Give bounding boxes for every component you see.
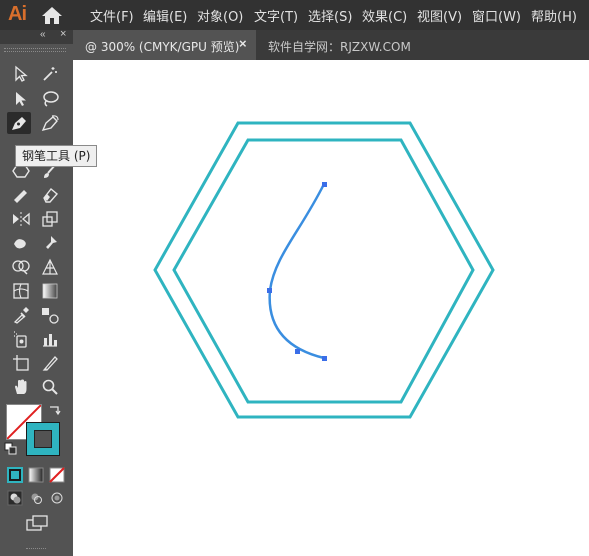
artboard-canvas[interactable] <box>73 60 589 556</box>
stroke-swatch[interactable] <box>26 422 60 456</box>
eyedropper-tool-icon[interactable] <box>9 304 33 326</box>
anchor-point-end <box>322 356 327 361</box>
panel-grip[interactable] <box>4 48 66 52</box>
tools-panel-header: « × <box>0 28 73 44</box>
close-panel-icon[interactable]: × <box>60 28 66 40</box>
direct-selection-tool-icon[interactable] <box>9 88 33 110</box>
blend-tool-icon[interactable] <box>38 304 62 326</box>
symbol-sprayer-tool-icon[interactable] <box>9 328 33 350</box>
tab-active-label: @ 300% (CMYK/GPU 预览) <box>85 40 240 54</box>
shape-builder-tool-icon[interactable] <box>9 256 33 278</box>
tab-active-document[interactable]: @ 300% (CMYK/GPU 预览) × <box>73 30 256 60</box>
gradient-mode-icon[interactable] <box>27 466 45 484</box>
anchor-point-lower <box>295 349 300 354</box>
warp-tool-icon[interactable] <box>9 232 33 254</box>
panel-bottom-grip <box>26 548 46 551</box>
artwork <box>153 121 495 419</box>
menu-select[interactable]: 选择(S) <box>308 6 352 25</box>
draw-inside-icon[interactable] <box>48 489 66 507</box>
eraser-tool-icon[interactable] <box>38 184 62 206</box>
collapse-panel-icon[interactable]: « <box>40 29 46 40</box>
anchor-point-top <box>322 182 327 187</box>
swap-fill-stroke-icon[interactable] <box>46 401 64 419</box>
pen-tool-icon[interactable] <box>7 112 31 134</box>
app-logo: Ai <box>8 3 27 25</box>
slice-tool-icon[interactable] <box>38 352 62 374</box>
hand-tool-icon[interactable] <box>9 376 33 398</box>
anchor-point-middle <box>267 288 272 293</box>
mesh-tool-icon[interactable] <box>9 280 33 302</box>
menu-type[interactable]: 文字(T) <box>254 6 298 25</box>
artboard-tool-icon[interactable] <box>9 352 33 374</box>
shaper-tool-icon[interactable] <box>9 184 33 206</box>
magic-wand-tool-icon[interactable] <box>38 63 62 85</box>
menu-help[interactable]: 帮助(H) <box>531 6 577 25</box>
color-mode-icon[interactable] <box>6 466 24 484</box>
selection-tool-icon[interactable] <box>9 63 33 85</box>
menu-object[interactable]: 对象(O) <box>197 6 243 25</box>
draw-behind-icon[interactable] <box>27 489 45 507</box>
home-icon[interactable] <box>40 5 64 25</box>
pen-tool-tooltip: 钢笔工具 (P) <box>15 145 98 167</box>
lasso-tool-icon[interactable] <box>38 88 62 110</box>
screen-mode-icon[interactable] <box>24 513 50 533</box>
default-fill-stroke-icon[interactable] <box>3 441 19 457</box>
reflect-tool-icon[interactable] <box>9 208 33 230</box>
outer-hexagon <box>153 121 495 419</box>
gradient-tool-icon[interactable] <box>38 280 62 302</box>
menu-view[interactable]: 视图(V) <box>417 6 462 25</box>
none-mode-icon[interactable] <box>48 466 66 484</box>
menu-window[interactable]: 窗口(W) <box>472 6 521 25</box>
scale-tool-icon[interactable] <box>38 208 62 230</box>
menu-edit[interactable]: 编辑(E) <box>143 6 187 25</box>
pen-path <box>268 183 326 360</box>
perspective-grid-tool-icon[interactable] <box>38 256 62 278</box>
inner-hexagon <box>172 138 475 404</box>
tab-inactive-document[interactable]: 软件自学网：RJZXW.COM <box>268 38 411 55</box>
menu-file[interactable]: 文件(F) <box>90 6 134 25</box>
column-graph-tool-icon[interactable] <box>38 328 62 350</box>
stroke-swatch-inner <box>34 430 52 448</box>
menu-effect[interactable]: 效果(C) <box>362 6 407 25</box>
menu-bar: Ai 文件(F) 编辑(E) 对象(O) 文字(T) 选择(S) 效果(C) 视… <box>0 0 589 30</box>
tab-close-button[interactable]: × <box>239 36 247 51</box>
puppet-warp-tool-icon[interactable] <box>38 232 62 254</box>
curvature-tool-icon[interactable] <box>38 112 62 134</box>
document-tab-bar: @ 300% (CMYK/GPU 预览) × 软件自学网：RJZXW.COM <box>73 30 589 60</box>
draw-normal-icon[interactable] <box>6 489 24 507</box>
zoom-tool-icon[interactable] <box>38 376 62 398</box>
